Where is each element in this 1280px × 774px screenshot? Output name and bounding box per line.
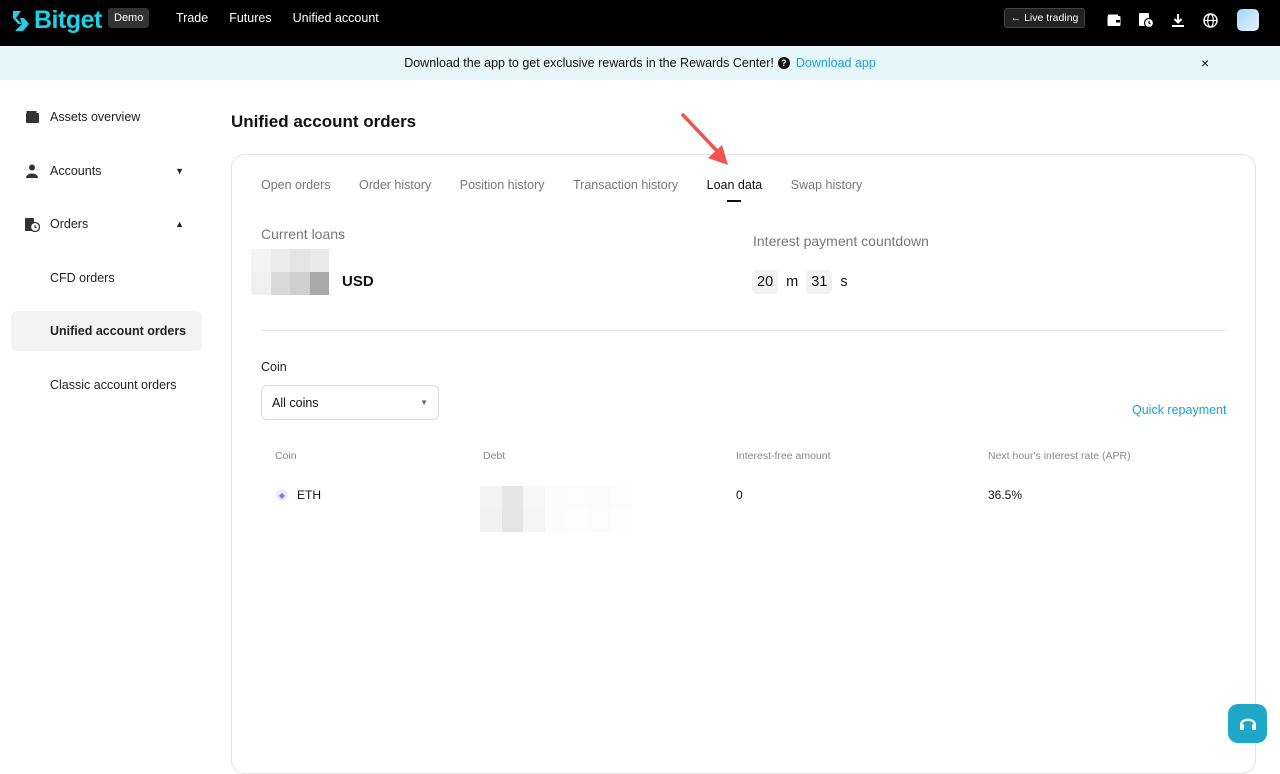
top-icons [1105, 9, 1259, 31]
user-icon [24, 163, 40, 179]
countdown-seconds: 31 [806, 270, 833, 294]
sidebar-item-orders[interactable]: Orders ▲ [11, 204, 202, 244]
quick-repayment-link[interactable]: Quick repayment [1132, 403, 1226, 417]
countdown-seconds-unit: s [840, 274, 848, 290]
table-header-apr: Next hour's interest rate (APR) [988, 450, 1131, 462]
coin-filter-label: Coin [261, 360, 287, 374]
sidebar: Assets overview Accounts ▼ Orders ▲ CFD … [11, 97, 202, 418]
tab-position-history[interactable]: Position history [460, 178, 545, 192]
tab-swap-history[interactable]: Swap history [791, 178, 863, 192]
download-app-link[interactable]: Download app [796, 56, 876, 70]
table-header-interest-free: Interest-free amount [736, 450, 831, 462]
sidebar-item-label: Orders [50, 217, 89, 231]
row-interest-free: 0 [736, 488, 743, 502]
live-trading-button[interactable]: ← Live trading [1004, 8, 1085, 28]
sidebar-item-label: Unified account orders [50, 324, 187, 338]
coin-select[interactable]: All coins ▼ [261, 385, 439, 420]
row-coin: ETH [297, 488, 321, 502]
arrow-left-icon: ← [1010, 12, 1022, 24]
sidebar-item-label: Accounts [50, 163, 102, 178]
order-tabs: Open orders Order history Position histo… [261, 178, 891, 192]
sidebar-item-label: Classic account orders [50, 377, 177, 392]
orders-icon [24, 216, 40, 232]
bitget-logo[interactable]: Bitget [10, 6, 102, 35]
row-apr: 36.5% [988, 488, 1023, 502]
caret-up-icon: ▲ [175, 219, 184, 229]
current-loans-label: Current loans [261, 226, 346, 242]
wallet-icon [24, 109, 40, 125]
tab-transaction-history[interactable]: Transaction history [573, 178, 678, 192]
eth-icon: ◆ [276, 489, 288, 501]
brand-name: Bitget [34, 6, 102, 34]
download-icon[interactable] [1169, 11, 1187, 29]
page-title: Unified account orders [231, 112, 417, 131]
orders-clock-icon[interactable] [1137, 11, 1155, 29]
caret-down-icon: ▼ [175, 165, 184, 176]
sidebar-item-classic-account-orders[interactable]: Classic account orders [11, 365, 202, 405]
tab-loan-data[interactable]: Loan data [707, 178, 763, 192]
tab-open-orders[interactable]: Open orders [261, 178, 330, 192]
sidebar-item-cfd-orders[interactable]: CFD orders [11, 258, 202, 298]
content-card [231, 154, 1256, 774]
interest-countdown: 20 m 31 s [752, 270, 856, 294]
sidebar-item-unified-account-orders[interactable]: Unified account orders [11, 311, 202, 351]
countdown-minutes-unit: m [786, 274, 799, 290]
nav-trade[interactable]: Trade [176, 11, 208, 25]
live-trading-label: Live trading [1024, 12, 1079, 24]
wallet-icon[interactable] [1105, 11, 1123, 29]
top-nav: Trade Futures Unified account [176, 0, 400, 36]
interest-countdown-label: Interest payment countdown [753, 233, 929, 249]
close-icon[interactable]: × [1201, 55, 1209, 71]
chevron-down-icon: ▼ [420, 398, 428, 407]
top-navbar: Bitget Demo Trade Futures Unified accoun… [0, 0, 1280, 46]
bitget-logo-icon [13, 10, 29, 31]
nav-unified-account[interactable]: Unified account [293, 11, 379, 25]
section-divider [261, 330, 1226, 331]
tab-order-history[interactable]: Order history [359, 178, 431, 192]
nav-futures[interactable]: Futures [229, 11, 271, 25]
globe-icon[interactable] [1201, 11, 1219, 29]
masked-loan-amount [251, 249, 329, 295]
banner-text: Download the app to get exclusive reward… [404, 56, 774, 70]
sidebar-item-label: CFD orders [50, 270, 115, 285]
sidebar-item-label: Assets overview [50, 110, 141, 124]
avatar[interactable] [1237, 9, 1259, 31]
promo-banner: Download the app to get exclusive reward… [0, 46, 1280, 80]
demo-badge: Demo [108, 8, 150, 28]
loan-currency: USD [342, 273, 374, 290]
masked-debt-amount [480, 486, 632, 532]
help-icon[interactable]: ? [777, 57, 790, 69]
support-chat-button[interactable] [1228, 704, 1267, 743]
table-header-debt: Debt [483, 450, 506, 462]
sidebar-item-accounts[interactable]: Accounts ▼ [11, 151, 202, 191]
countdown-minutes: 20 [752, 270, 779, 294]
sidebar-item-assets-overview[interactable]: Assets overview [11, 97, 202, 137]
table-header-coin: Coin [275, 450, 297, 462]
coin-select-value: All coins [272, 395, 319, 410]
annotation-arrow-icon [681, 113, 728, 165]
headset-icon [1239, 718, 1256, 730]
